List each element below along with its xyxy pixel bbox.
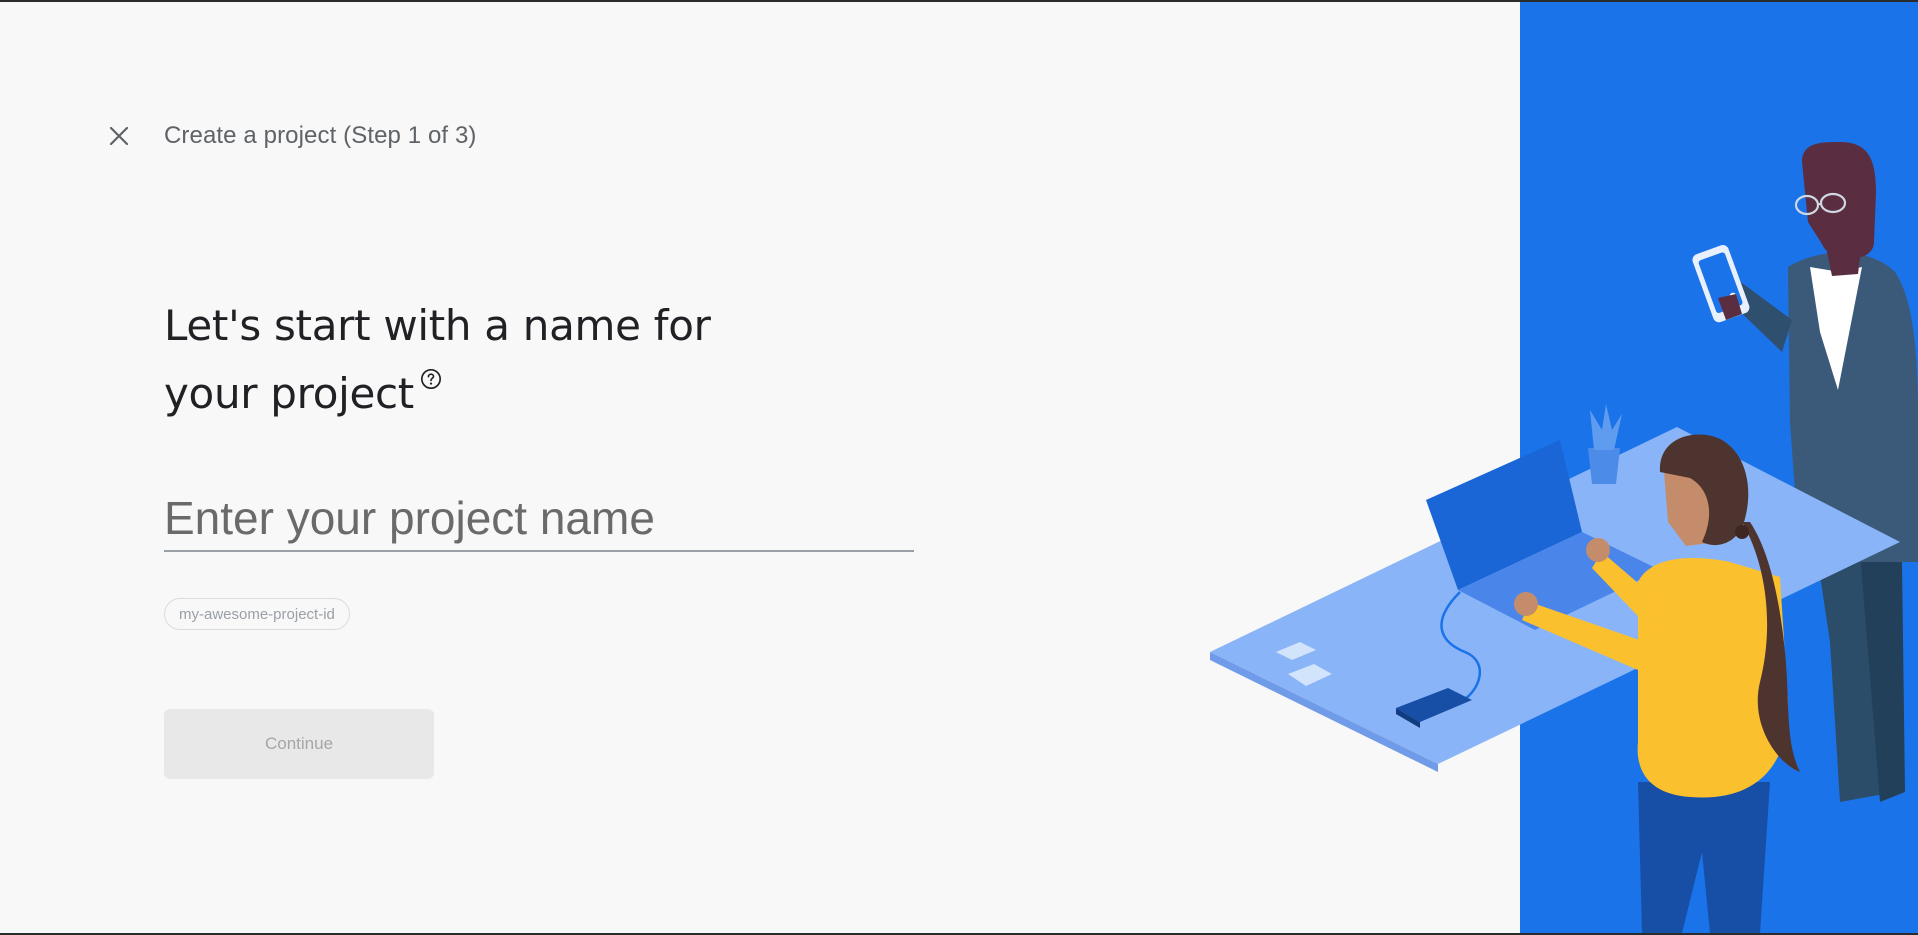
page-title: Create a project (Step 1 of 3) bbox=[164, 122, 477, 149]
project-id-chip[interactable]: my-awesome-project-id bbox=[164, 598, 350, 630]
create-project-page: Create a project (Step 1 of 3) Let's sta… bbox=[0, 2, 1918, 933]
illustration-image bbox=[1210, 2, 1918, 933]
project-name-input[interactable] bbox=[164, 486, 914, 552]
help-circle-icon[interactable] bbox=[420, 368, 442, 390]
headline-line-2: your project bbox=[164, 369, 414, 418]
headline: Let's start with a name for your project bbox=[164, 292, 884, 428]
headline-line-1: Let's start with a name for bbox=[164, 301, 711, 350]
close-icon bbox=[109, 126, 129, 146]
page-header: Create a project (Step 1 of 3) bbox=[104, 116, 477, 156]
close-button[interactable] bbox=[104, 121, 134, 151]
continue-button[interactable]: Continue bbox=[164, 709, 434, 779]
